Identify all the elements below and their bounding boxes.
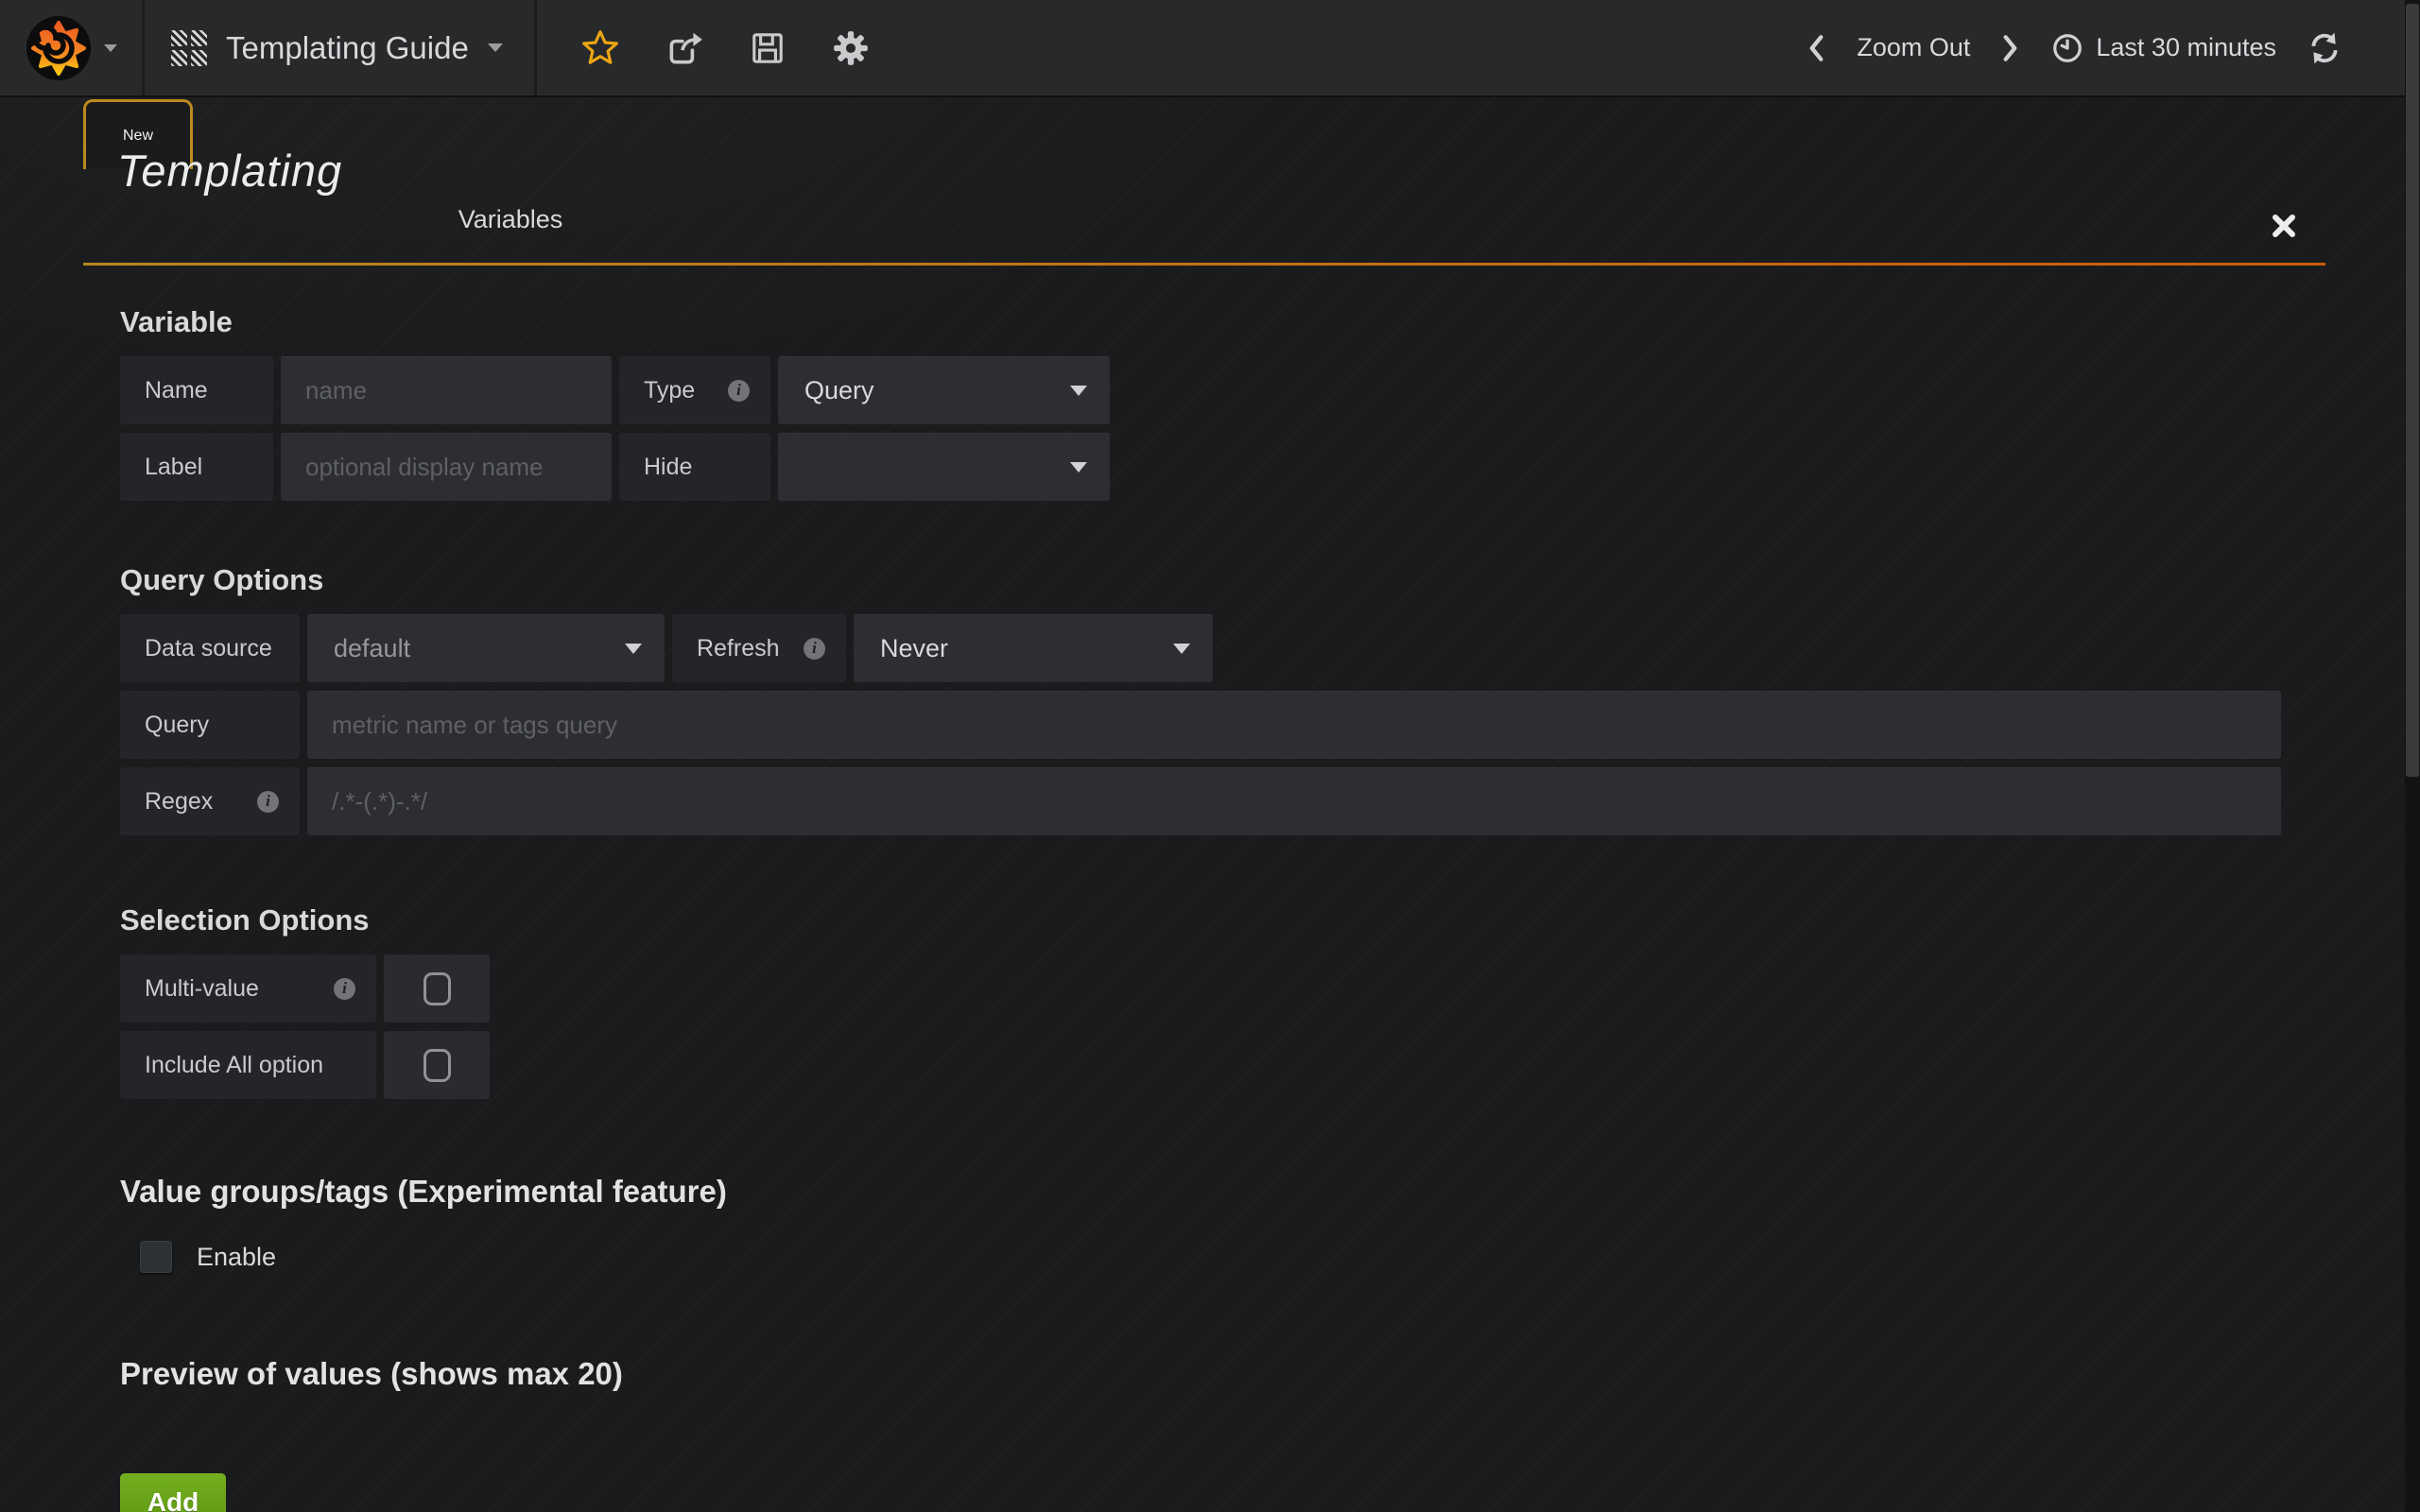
tab-underline [83,263,2325,266]
settings-button[interactable] [831,28,871,68]
value-groups-heading: Value groups/tags (Experimental feature) [120,1173,2325,1210]
dashboard-grid-icon [171,30,207,66]
type-label: Type i [619,356,770,424]
chevron-left-icon [1806,33,1826,63]
favorite-star-button[interactable] [580,28,620,68]
hide-label: Hide [619,433,770,501]
type-select[interactable]: Query [778,356,1110,424]
checkbox-icon [424,1049,451,1082]
query-row: Query [120,691,2325,759]
multi-value-row: Multi-value i [120,954,2325,1022]
query-label: Query [120,691,300,759]
variable-name-row: Name Type i Query [120,356,2325,424]
include-all-checkbox[interactable] [384,1031,490,1099]
query-options-heading: Query Options [120,563,2325,597]
refresh-select[interactable]: Never [854,614,1213,682]
info-icon[interactable]: i [804,638,825,660]
clock-icon [2051,32,2083,64]
enable-label: Enable [197,1243,276,1272]
caret-down-icon [625,644,642,654]
multi-value-checkbox[interactable] [384,954,490,1022]
query-input[interactable] [307,691,2281,759]
settings-gear-icon [831,28,871,68]
hide-select[interactable] [778,433,1110,501]
multi-value-label: Multi-value i [120,954,376,1022]
time-shift-forward-button[interactable] [2000,33,2021,63]
type-label-text: Type [644,377,695,404]
page-scrollbar[interactable] [2405,0,2420,1512]
save-button[interactable] [749,29,786,67]
grafana-logo [25,14,93,82]
save-icon [749,29,786,67]
share-icon [665,28,704,68]
grafana-menu-button[interactable] [0,0,145,95]
time-shift-back-button[interactable] [1806,33,1826,63]
caret-down-icon [104,44,117,52]
datasource-select-value: default [334,634,410,663]
grafana-app: Templating Guide [0,0,2420,1512]
include-all-label: Include All option [120,1031,376,1099]
selection-options-heading: Selection Options [120,903,2325,937]
label-input[interactable] [281,433,612,501]
time-controls: Zoom Out Last 30 minutes [1806,0,2405,95]
dashboard-actions [537,0,871,95]
regex-input[interactable] [307,767,2281,835]
name-input[interactable] [281,356,612,424]
label-label: Label [120,433,273,501]
chevron-right-icon [2000,33,2021,63]
refresh-button[interactable] [2307,30,2342,66]
caret-down-icon [1070,386,1087,396]
refresh-select-value: Never [880,634,948,663]
regex-label-text: Regex [145,788,213,816]
preview-heading: Preview of values (shows max 20) [120,1355,2325,1392]
regex-row: Regex i [120,767,2325,835]
caret-down-icon [488,43,503,52]
top-navbar: Templating Guide [0,0,2405,97]
dashboard-title: Templating Guide [226,30,469,66]
refresh-label-text: Refresh [697,635,780,662]
dashboard-picker[interactable]: Templating Guide [145,0,537,95]
refresh-icon [2307,30,2342,66]
tab-variables[interactable]: Variables [444,205,577,234]
checkbox-icon [424,972,451,1005]
star-icon [580,28,620,68]
caret-down-icon [1070,462,1087,472]
scrollbar-thumb[interactable] [2406,4,2419,777]
info-icon[interactable]: i [334,978,355,1000]
datasource-select[interactable]: default [307,614,665,682]
enable-row: Enable [140,1240,2325,1274]
variable-label-row: Label Hide [120,433,2325,501]
enable-checkbox[interactable] [140,1241,172,1273]
datasource-row: Data source default Refresh i Never [120,614,2325,682]
add-button[interactable]: Add [120,1473,226,1512]
datasource-label: Data source [120,614,300,682]
templating-editor: Templating Variables New Variable Name T… [0,99,2405,1512]
time-range-label: Last 30 minutes [2096,33,2276,62]
zoom-out-button[interactable]: Zoom Out [1857,33,1970,62]
info-icon[interactable]: i [257,791,279,813]
variable-section-heading: Variable [120,305,2325,339]
variable-editor-form: Variable Name Type i Query Label Hide [120,305,2325,1512]
templating-header: Templating Variables New [83,99,2325,266]
close-icon [2271,213,2297,239]
close-button[interactable] [2271,213,2297,239]
caret-down-icon [1173,644,1190,654]
refresh-label: Refresh i [672,614,846,682]
type-select-value: Query [804,376,874,405]
name-label: Name [120,356,273,424]
share-button[interactable] [665,28,704,68]
page-title: Templating [117,145,342,197]
include-all-row: Include All option [120,1031,2325,1099]
multi-value-label-text: Multi-value [145,975,259,1003]
regex-label: Regex i [120,767,300,835]
time-range-picker[interactable]: Last 30 minutes [2051,32,2276,64]
info-icon[interactable]: i [728,380,750,402]
